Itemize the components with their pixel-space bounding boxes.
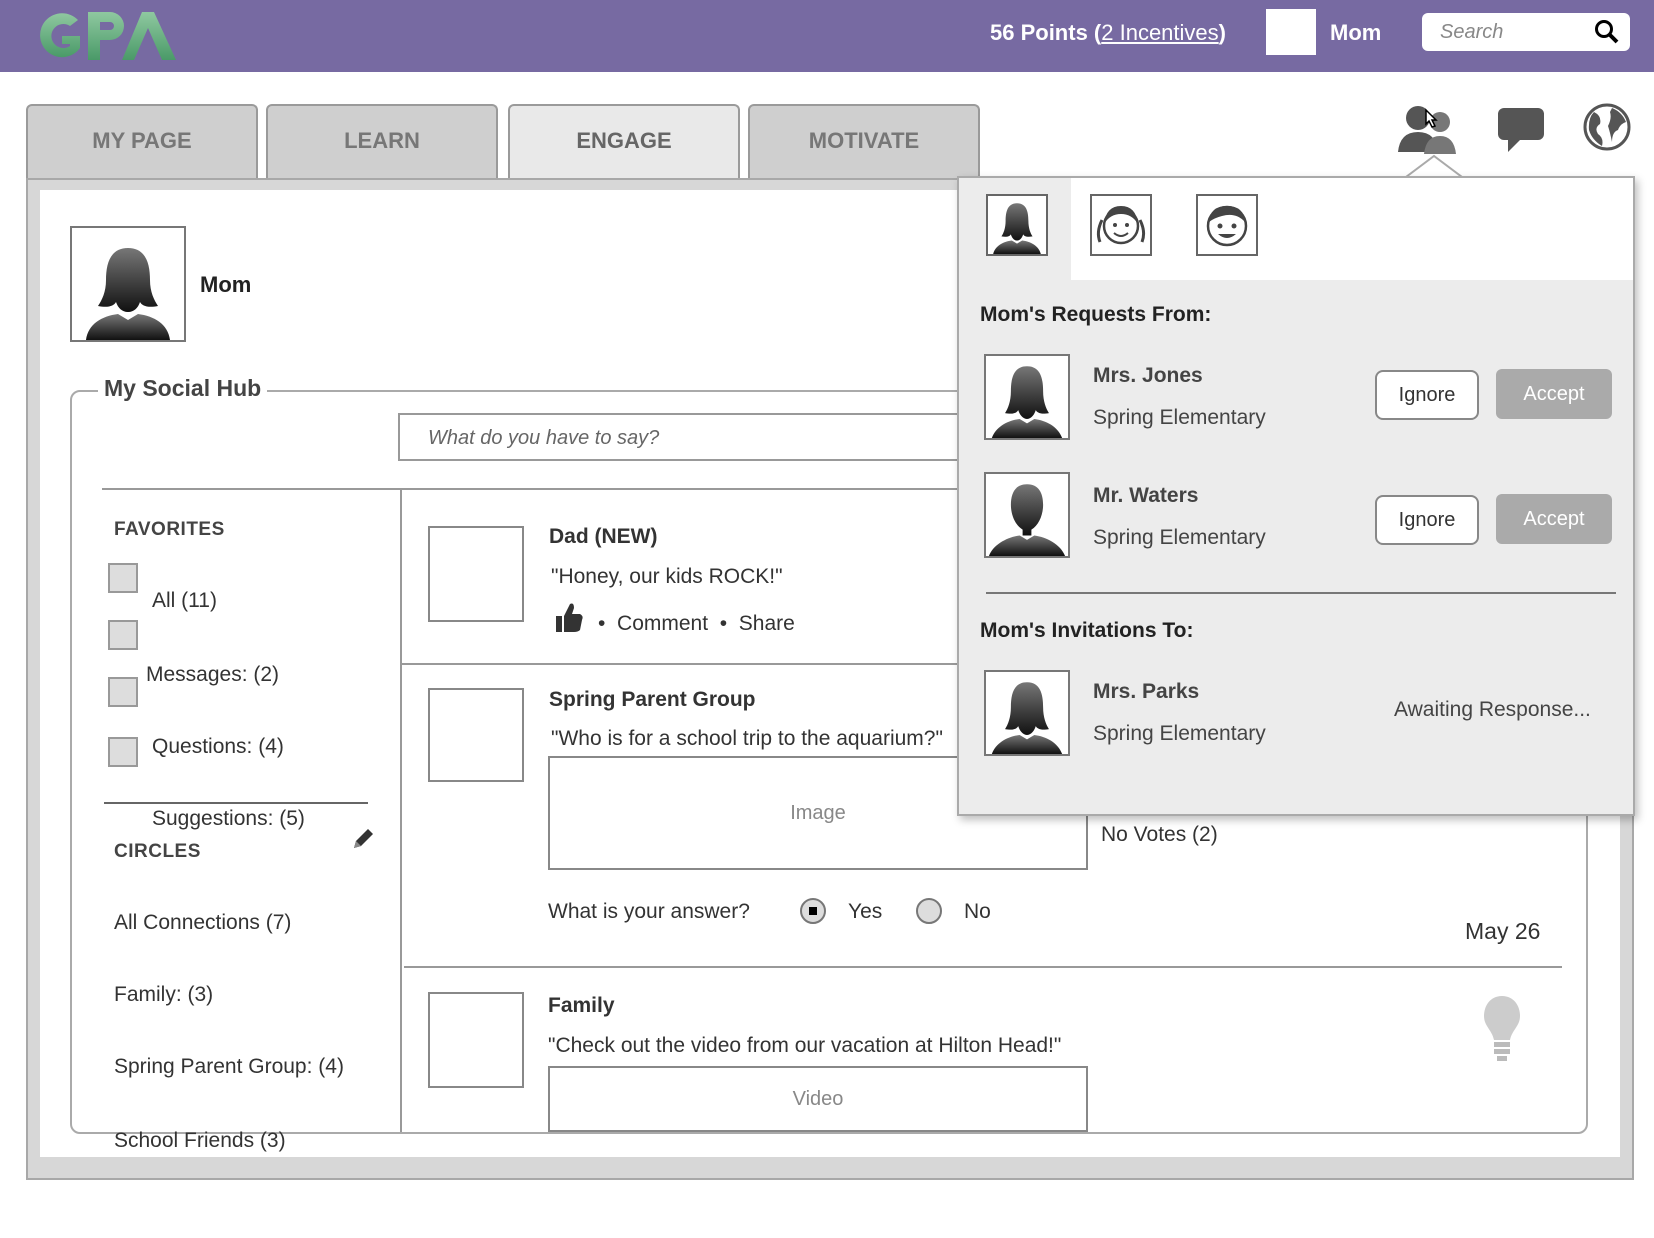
top-bar [0, 0, 1654, 72]
search-icon[interactable] [1594, 19, 1620, 45]
favorites-all[interactable]: All (11) [152, 589, 217, 613]
user-avatar[interactable] [1266, 9, 1316, 55]
messages-icon[interactable] [1496, 106, 1546, 154]
request-name[interactable]: Mr. Waters [1093, 484, 1198, 508]
post-text: "Who is for a school trip to the aquariu… [551, 727, 943, 750]
points-display: 56 Points (2 Incentives) [990, 20, 1226, 46]
post-divider [404, 966, 1562, 968]
profile-photo[interactable] [70, 226, 186, 342]
boy-face-icon [1206, 205, 1248, 247]
tab-motivate[interactable]: MOTIVATE [748, 104, 980, 178]
request-avatar[interactable] [984, 354, 1070, 440]
tab-engage[interactable]: ENGAGE [508, 104, 740, 178]
radio-no[interactable] [916, 898, 942, 924]
tab-learn[interactable]: LEARN [266, 104, 498, 178]
invitation-school: Spring Elementary [1093, 722, 1266, 745]
post-avatar[interactable] [428, 688, 524, 782]
accept-button[interactable]: Accept [1496, 369, 1612, 419]
sidebar-divider-line [104, 802, 368, 804]
female-silhouette-icon [991, 682, 1063, 754]
favorites-messages-checkbox[interactable] [108, 620, 138, 650]
edit-pencil-icon[interactable] [350, 826, 376, 852]
requests-heading: Mom's Requests From: [980, 303, 1212, 326]
female-silhouette-icon [993, 203, 1041, 254]
female-silhouette-icon [991, 366, 1063, 438]
post-avatar[interactable] [428, 526, 524, 622]
favorites-messages[interactable]: Messages: (2) [146, 663, 279, 687]
post-title[interactable]: Spring Parent Group [549, 688, 756, 712]
tab-my-page[interactable]: MY PAGE [26, 104, 258, 178]
ignore-button[interactable]: Ignore [1375, 495, 1479, 545]
invitation-status: Awaiting Response... [1394, 698, 1591, 721]
invitation-name[interactable]: Mrs. Parks [1093, 680, 1199, 704]
globe-icon[interactable] [1582, 102, 1632, 152]
favorites-suggestions-checkbox[interactable] [108, 737, 138, 767]
circle-all-connections[interactable]: All Connections (7) [114, 911, 291, 935]
lightbulb-icon[interactable] [1482, 994, 1522, 1066]
post-title[interactable]: Dad (NEW) [549, 525, 658, 549]
poll-question: What is your answer? [548, 900, 750, 923]
no-votes-count: No Votes (2) [1101, 823, 1218, 846]
ignore-button[interactable]: Ignore [1375, 370, 1479, 420]
request-name[interactable]: Mrs. Jones [1093, 364, 1203, 388]
connections-icon[interactable] [1396, 100, 1460, 156]
radio-no-label[interactable]: No [964, 900, 991, 924]
post-video[interactable]: Video [548, 1066, 1088, 1132]
post-divider [402, 663, 962, 665]
favorites-questions-checkbox[interactable] [108, 677, 138, 707]
post-avatar[interactable] [428, 992, 524, 1088]
social-hub-title: My Social Hub [98, 375, 268, 402]
popup-tab-son[interactable] [1196, 194, 1258, 256]
favorites-suggestions[interactable]: Suggestions: (5) [152, 807, 305, 831]
popup-tab-mom[interactable] [986, 194, 1048, 256]
post-text: "Honey, our kids ROCK!" [551, 565, 783, 588]
favorites-all-checkbox[interactable] [108, 563, 138, 593]
circle-spring-parent-group[interactable]: Spring Parent Group: (4) [114, 1055, 344, 1079]
search-placeholder: Search [1440, 21, 1504, 43]
search-input[interactable]: Search [1422, 13, 1630, 51]
post-actions: • Comment • Share [598, 612, 795, 635]
radio-yes[interactable] [800, 898, 826, 924]
thumbs-up-icon[interactable] [554, 600, 584, 634]
share-link[interactable]: Share [739, 612, 795, 635]
circles-heading: CIRCLES [114, 841, 201, 862]
sidebar-divider [400, 488, 402, 1132]
favorites-questions[interactable]: Questions: (4) [152, 735, 284, 759]
circle-school-friends[interactable]: School Friends (3) [114, 1129, 286, 1153]
post-title[interactable]: Family [548, 994, 615, 1018]
profile-name: Mom [200, 272, 252, 297]
female-silhouette-icon [86, 248, 170, 340]
request-avatar[interactable] [984, 472, 1070, 558]
invitation-avatar[interactable] [984, 670, 1070, 756]
post-date: May 26 [1465, 918, 1541, 944]
popup-tab-daughter[interactable] [1090, 194, 1152, 256]
male-silhouette-icon [988, 484, 1066, 556]
points-close: ) [1218, 20, 1226, 45]
post-input[interactable]: What do you have to say? [398, 413, 998, 461]
girl-face-icon [1096, 206, 1146, 245]
favorites-heading: FAVORITES [114, 519, 225, 540]
invitations-heading: Mom's Invitations To: [980, 619, 1194, 642]
popup-divider [986, 592, 1616, 594]
request-school: Spring Elementary [1093, 406, 1266, 429]
incentives-link[interactable]: 2 Incentives [1101, 20, 1218, 45]
circle-family[interactable]: Family: (3) [114, 983, 213, 1007]
radio-yes-label[interactable]: Yes [848, 900, 882, 924]
gpa-logo[interactable] [30, 6, 190, 66]
request-school: Spring Elementary [1093, 526, 1266, 549]
comment-link[interactable]: Comment [617, 612, 708, 635]
user-name[interactable]: Mom [1330, 20, 1381, 46]
post-text: "Check out the video from our vacation a… [548, 1034, 1062, 1057]
points-label: 56 Points ( [990, 20, 1102, 45]
accept-button[interactable]: Accept [1496, 494, 1612, 544]
